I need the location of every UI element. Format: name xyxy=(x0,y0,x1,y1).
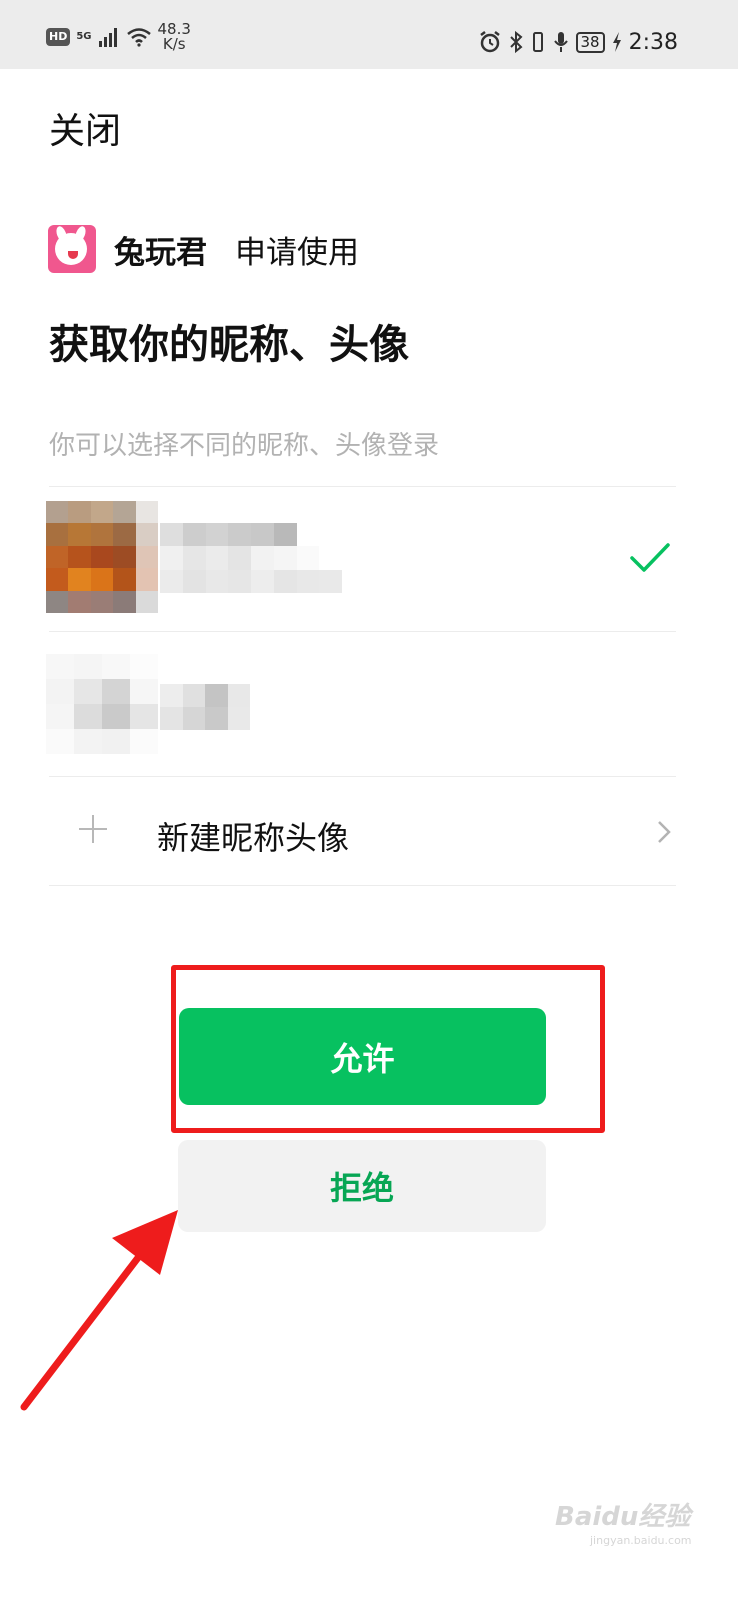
bluetooth-icon xyxy=(509,30,522,54)
new-profile-label: 新建昵称头像 xyxy=(157,819,350,857)
alarm-icon xyxy=(479,31,500,53)
chevron-right-icon xyxy=(658,821,671,843)
app-name: 兔玩君 xyxy=(114,234,207,271)
avatar xyxy=(46,501,158,613)
network-type: 5G xyxy=(76,31,92,42)
hd-badge: HD xyxy=(46,28,71,46)
battery-indicator: 38 xyxy=(575,31,605,53)
status-right: 38 2:38 xyxy=(478,27,678,57)
clock: 2:38 xyxy=(628,29,678,55)
page-subtitle: 你可以选择不同的昵称、头像登录 xyxy=(49,431,440,461)
vibrate-icon xyxy=(532,32,543,52)
network-speed: 48.3 K/s xyxy=(158,22,191,52)
check-icon xyxy=(630,543,670,572)
avatar xyxy=(46,654,158,754)
new-profile-row[interactable]: 新建昵称头像 xyxy=(49,777,676,885)
account-option-1[interactable] xyxy=(0,487,738,631)
plus-icon xyxy=(79,815,107,843)
app-info: 兔玩君 申请使用 xyxy=(48,225,359,273)
page-title: 获取你的昵称、头像 xyxy=(49,322,409,368)
watermark: Baidu经验 xyxy=(555,1502,691,1532)
status-bar: HD 5G 48.3 K/s 38 2:38 xyxy=(0,0,738,69)
close-button[interactable]: 关闭 xyxy=(49,102,121,154)
speed-unit: K/s xyxy=(162,35,186,53)
app-logo-icon xyxy=(48,225,96,273)
wifi-icon xyxy=(126,28,151,47)
microphone-icon xyxy=(553,32,568,52)
status-left: HD 5G 48.3 K/s xyxy=(46,22,191,52)
account-name-blurred xyxy=(160,523,342,593)
highlight-box xyxy=(171,965,605,1133)
signal-icon xyxy=(98,28,117,47)
request-text: 申请使用 xyxy=(235,234,359,271)
divider xyxy=(49,885,676,886)
account-name-blurred xyxy=(160,684,250,730)
account-option-2[interactable] xyxy=(0,632,738,776)
watermark-url: jingyan.baidu.com xyxy=(590,1534,692,1547)
charging-icon xyxy=(612,32,621,52)
annotation-arrow-icon xyxy=(20,1210,178,1411)
